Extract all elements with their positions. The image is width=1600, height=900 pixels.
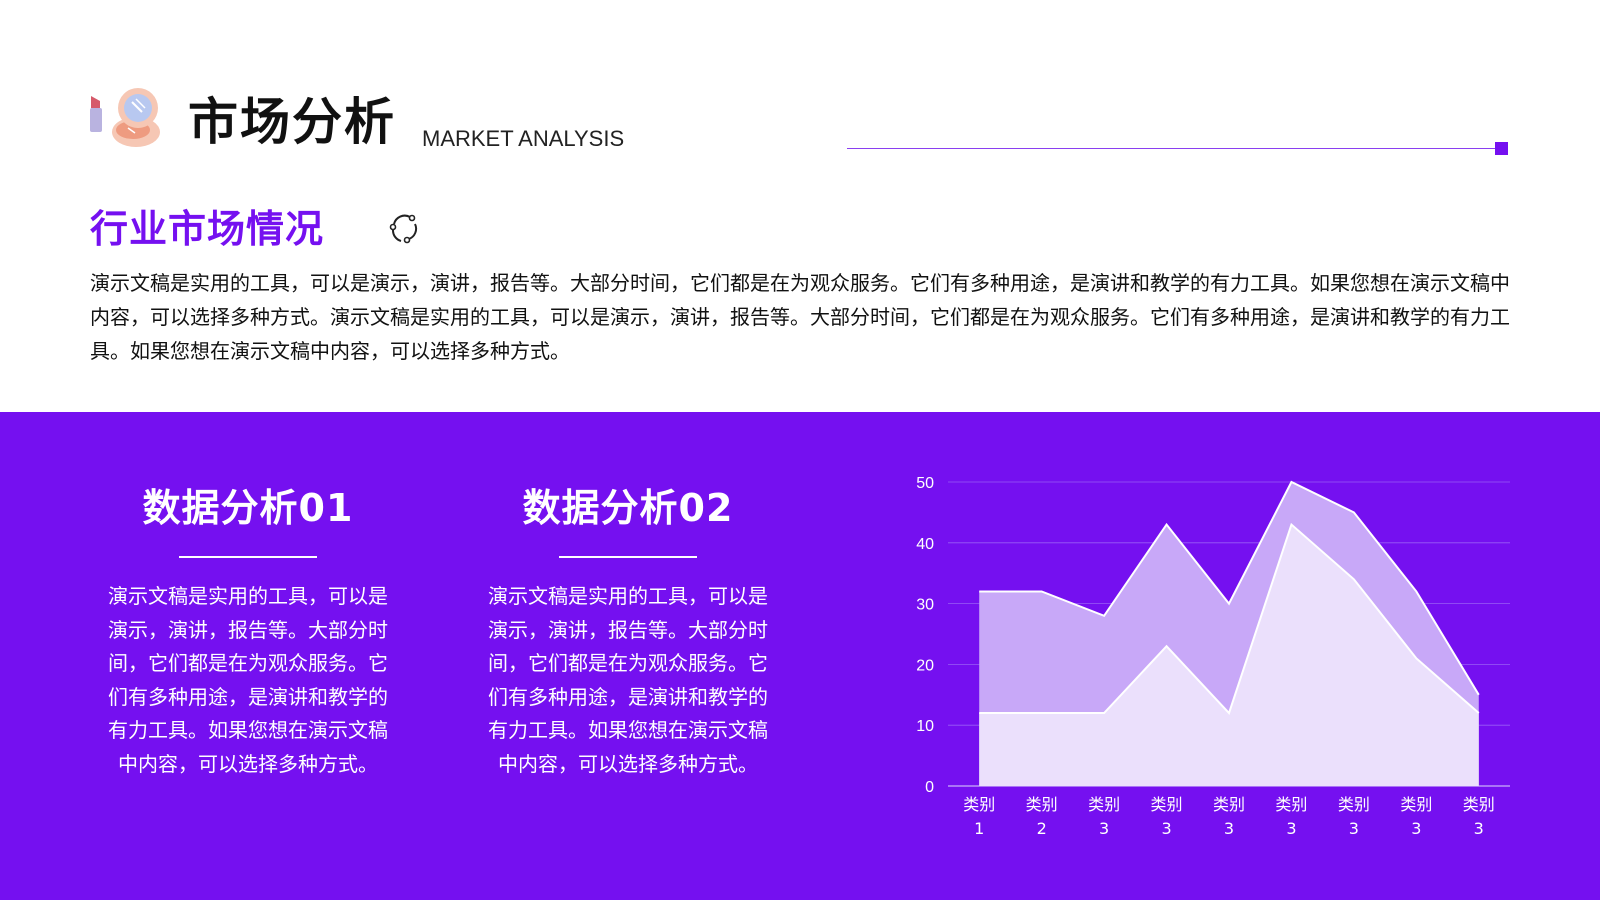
x-tick-label: 类别 bbox=[1275, 795, 1307, 814]
page-title: 市场分析 bbox=[188, 93, 396, 151]
y-tick-label: 10 bbox=[916, 718, 934, 735]
x-tick-label: 类别 bbox=[1400, 795, 1432, 814]
column-body: 演示文稿是实用的工具，可以是演示，演讲，报告等。大部分时间，它们都是在为观众服务… bbox=[488, 584, 768, 776]
x-tick-label: 类别 bbox=[1088, 795, 1120, 814]
x-tick-label: 类别 bbox=[1151, 795, 1183, 814]
y-tick-label: 0 bbox=[925, 779, 934, 796]
x-tick-label: 类别 bbox=[1463, 795, 1495, 814]
area-chart-svg: 0 10 20 30 40 50 类别 1 类别 2 类别 3 类别 3 类别 3 类别 3 类别 3 类别 3 类别 3 bbox=[916, 475, 1510, 838]
x-tick-label: 类别 bbox=[1213, 795, 1245, 814]
data-analysis-column-1: 数据分析01 演示文稿是实用的工具，可以是演示，演讲，报告等。大部分时间，它们都… bbox=[98, 480, 398, 781]
x-tick-label: 类别 bbox=[1026, 795, 1058, 814]
x-tick-label: 3 bbox=[1224, 819, 1234, 838]
x-tick-label: 3 bbox=[1161, 819, 1171, 838]
lipstick-compact-icon bbox=[90, 88, 160, 147]
y-tick-label: 30 bbox=[916, 597, 934, 614]
refresh-icon bbox=[389, 214, 418, 244]
x-tick-label: 3 bbox=[1411, 819, 1421, 838]
x-tick-label: 3 bbox=[1474, 819, 1484, 838]
column-divider bbox=[559, 556, 697, 558]
x-tick-label: 类别 bbox=[963, 795, 995, 814]
page-subtitle: MARKET ANALYSIS bbox=[422, 126, 625, 151]
x-tick-label: 1 bbox=[974, 819, 984, 838]
x-tick-label: 2 bbox=[1037, 819, 1047, 838]
header-square-marker bbox=[1495, 142, 1508, 155]
x-tick-label: 3 bbox=[1099, 819, 1109, 838]
y-tick-label: 20 bbox=[916, 657, 934, 674]
column-title: 数据分析02 bbox=[522, 486, 734, 530]
y-tick-label: 40 bbox=[916, 536, 934, 553]
x-tick-label: 类别 bbox=[1338, 795, 1370, 814]
x-tick-label: 3 bbox=[1349, 819, 1359, 838]
intro-paragraph: 演示文稿是实用的工具，可以是演示，演讲，报告等。大部分时间，它们都是在为观众服务… bbox=[90, 271, 1510, 363]
y-tick-label: 50 bbox=[916, 475, 934, 492]
column-title: 数据分析01 bbox=[142, 486, 354, 530]
x-tick-label: 3 bbox=[1286, 819, 1296, 838]
section-title: 行业市场情况 bbox=[90, 207, 325, 251]
data-analysis-column-2: 数据分析02 演示文稿是实用的工具，可以是演示，演讲，报告等。大部分时间，它们都… bbox=[478, 480, 778, 781]
column-divider bbox=[179, 556, 317, 558]
header-divider bbox=[847, 148, 1497, 149]
column-body: 演示文稿是实用的工具，可以是演示，演讲，报告等。大部分时间，它们都是在为观众服务… bbox=[108, 584, 388, 776]
area-chart: 0 10 20 30 40 50 类别 1 类别 2 类别 3 类别 3 类别 3 类别 3 类别 3 类别 3 类别 3 bbox=[900, 460, 1520, 860]
